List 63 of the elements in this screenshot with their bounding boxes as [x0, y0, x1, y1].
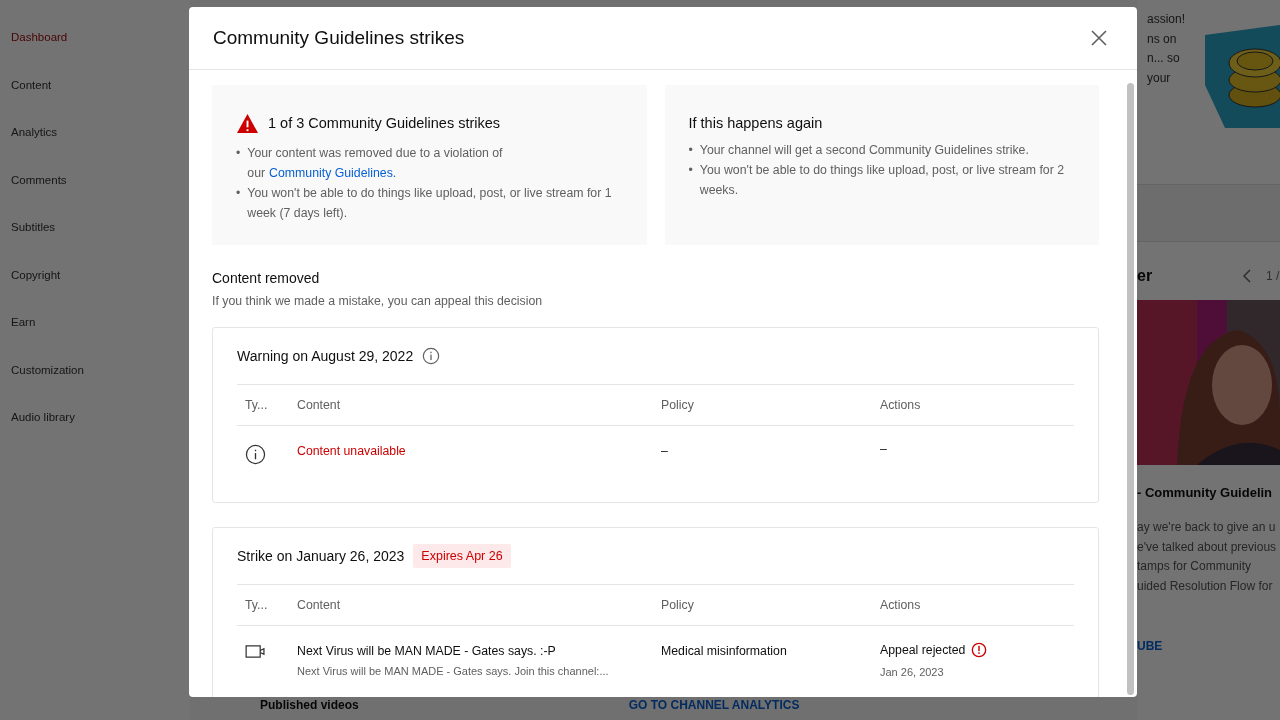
subscribe-link[interactable]: UBE — [1137, 638, 1280, 653]
column-header: Policy — [661, 398, 695, 412]
sidebar-item[interactable]: Customization — [0, 360, 190, 408]
intro-text: your — [1147, 69, 1172, 87]
video-title[interactable]: - Community Guidelin — [1137, 485, 1280, 500]
info-icon[interactable] — [422, 347, 441, 365]
video-description: uided Resolution Flow for — [1137, 578, 1274, 596]
card-title: 1 of 3 Community Guidelines strikes — [268, 115, 501, 131]
info-icon — [245, 444, 266, 465]
entry-title: Warning on August 29, 2022 — [237, 348, 414, 364]
column-header: Actions — [880, 398, 922, 412]
column-header: Content — [297, 398, 342, 412]
section-subtitle: If you think we made a mistake, you can appeal this decision — [212, 294, 544, 308]
intro-text: assion! — [1147, 11, 1187, 28]
column-header: Ty... — [244, 398, 269, 412]
action-status: – — [880, 442, 887, 456]
card-title: If this happens again — [688, 115, 823, 131]
bullet-text: You won't be able to do things like upload, post, or live stream for 1 week (7 days left). — [247, 185, 613, 222]
bullet-text: Your content was removed due to a violation of our Community Guidelines. — [247, 145, 504, 182]
sidebar-item[interactable]: Earn — [0, 313, 190, 361]
sidebar-item[interactable]: Analytics — [0, 123, 190, 171]
section-heading: Published videos — [260, 698, 359, 714]
alert-icon[interactable] — [971, 642, 988, 658]
sidebar-item[interactable]: Copyright — [0, 265, 190, 313]
warning-icon — [236, 112, 259, 134]
video-camera-icon — [245, 644, 266, 659]
column-header: Ty... — [244, 598, 269, 612]
sidebar-item[interactable]: Audio library — [0, 408, 190, 456]
video-description: e've talked about previous — [1137, 538, 1278, 556]
content-title: Content unavailable — [297, 443, 407, 458]
video-description: tamps for Community — [1137, 558, 1253, 576]
bullet-marker: • — [236, 185, 241, 202]
dialog-title: Community Guidelines strikes — [213, 27, 465, 49]
action-date: Jan 26, 2023 — [880, 666, 945, 678]
previous-icon[interactable] — [1242, 269, 1252, 283]
intro-text: n... so — [1147, 50, 1181, 67]
sidebar-item[interactable]: Dashboard — [0, 28, 190, 76]
sidebar-item[interactable]: Subtitles — [0, 218, 190, 266]
policy-text: – — [661, 443, 669, 458]
bullet-marker: • — [688, 142, 693, 159]
content-description: Next Virus will be MAN MADE - Gates says. Join this channel:... — [297, 665, 610, 677]
policy-text: Medical misinformation — [661, 643, 788, 658]
sidebar-item[interactable]: Content — [0, 75, 190, 123]
analytics-link[interactable]: GO TO CHANNEL ANALYTICS — [628, 698, 800, 720]
expiry-badge: Expires Apr 26 — [413, 544, 511, 568]
entry-title: Strike on January 26, 2023 — [237, 548, 405, 564]
column-header: Content — [297, 598, 342, 612]
bullet-text: Your channel will get a second Community Guidelines strike. — [699, 142, 1029, 159]
card-title: er — [1137, 267, 1154, 285]
sidebar-item[interactable]: Comments — [0, 170, 190, 218]
intro-text: ns on — [1147, 30, 1178, 48]
column-header: Actions — [880, 598, 922, 612]
content-title: Next Virus will be MAN MADE - Gates says. :-P — [297, 643, 557, 658]
bullet-marker: • — [236, 145, 241, 162]
bullet-marker: • — [688, 162, 693, 179]
section-title: Content removed — [212, 270, 321, 286]
scrollbar[interactable] — [1127, 83, 1134, 695]
bullet-text: You won't be able to do things like upload, post, or live stream for 2 weeks. — [699, 162, 1065, 199]
guidelines-link[interactable]: Community Guidelines. — [269, 166, 397, 180]
pager-text: 1 / — [1266, 269, 1280, 283]
column-header: Policy — [661, 598, 695, 612]
action-status: Appeal rejected — [880, 643, 966, 657]
video-description: ay we're back to give an u — [1137, 519, 1277, 536]
